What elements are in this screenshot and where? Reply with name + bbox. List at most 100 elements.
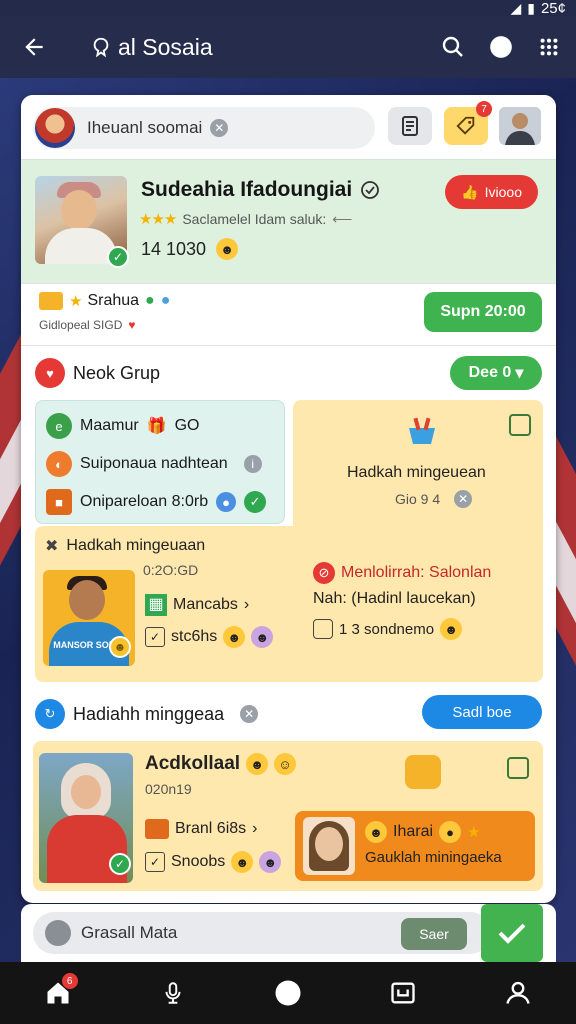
chevron-down-icon: ▾ (515, 365, 524, 382)
rating-stars-icon: ★★★ (139, 211, 177, 228)
group2-action-button[interactable]: Sadl boe (422, 695, 542, 729)
nav-wallet[interactable] (383, 973, 423, 1013)
promo-card[interactable]: ☻ Iharai ● ★ Gauklah miningaeka (295, 811, 535, 881)
check-icon: ✓ (244, 491, 267, 513)
list-item-label: Suiponaua nadhtean (80, 455, 228, 472)
emoji-icon: ☻ (231, 851, 254, 873)
promo-line1: ☻ Iharai ● ★ (365, 821, 481, 843)
list-item-label: Onipareloan 8:0rb (80, 493, 209, 510)
clear-icon[interactable]: ✕ (210, 119, 229, 137)
emoji-icon: ☺ (274, 753, 297, 775)
circle-icon (275, 980, 301, 1006)
chevron-right-icon: › (243, 596, 250, 613)
heart-icon: ♥ (128, 318, 136, 332)
clear-icon[interactable]: ✕ (240, 705, 259, 723)
challenge-right-title-text: Menlolirrah: Salonlan (341, 564, 492, 581)
tag-button[interactable]: 7 (444, 101, 492, 145)
warning-icon: ⊘ (313, 562, 335, 584)
reward-sub: Gio 9 4 ✕ (395, 490, 473, 508)
profile-section: ✓ Sudeahia Ifadoungiai ★★★ Saclamelel Id… (21, 159, 556, 283)
search-button[interactable] (438, 32, 468, 62)
arrow-left-icon (25, 38, 43, 56)
avatar (35, 108, 75, 148)
follow-button[interactable]: 👍 Iviooo (445, 175, 538, 209)
microphone-icon (165, 982, 181, 1004)
apps-button[interactable] (534, 32, 564, 62)
grid-icon: ▦ (145, 594, 167, 616)
promo-line2: Gauklah miningaeka (365, 849, 502, 866)
search-row: Iheuanl soomai ✕ 7 (21, 95, 556, 159)
signal-icon: ◢ (510, 0, 522, 16)
profile-subtitle: ★★★ Saclamelel Idam saluk: ⟵ (139, 210, 352, 229)
nav-mic[interactable] (153, 973, 193, 1013)
share-icon[interactable]: ⟵ (332, 211, 352, 228)
challenge-right-sub: Nah: (Hadinl laucekan) (313, 590, 476, 607)
search-icon (442, 36, 463, 57)
globe-icon: ● (160, 292, 171, 309)
challenge-tile[interactable]: ✖ Hadkah mingeuaan MANSOR SOIHO ☻ 0:2O:G… (35, 526, 543, 682)
gift-icon (39, 292, 63, 310)
thumbs-up-icon: 👍 (461, 183, 479, 200)
link-icon (45, 920, 71, 946)
challenge-mid[interactable]: ▦ Mancabs › (145, 594, 249, 616)
bottom-nav: 6 (0, 962, 576, 1024)
rank-subline: Gidlopeal SIGD ♥ (39, 318, 136, 332)
sign-up-button[interactable]: Supn 20:00 (424, 292, 542, 332)
nav-profile[interactable] (498, 973, 538, 1013)
document-button[interactable] (388, 107, 432, 145)
confirm-button[interactable] (481, 904, 543, 962)
heart-icon: ♥ (35, 358, 65, 388)
record-button[interactable] (486, 32, 516, 62)
search-field[interactable]: Iheuanl soomai ✕ (33, 107, 375, 149)
list-item: e Maamur 🎁 GO (46, 413, 200, 439)
checkbox-icon: ✓ (145, 627, 165, 647)
gift-icon (145, 819, 169, 839)
checkbox-icon: ✓ (145, 852, 165, 872)
logo-icon (93, 37, 109, 58)
external-link-icon[interactable] (509, 414, 531, 436)
check-icon (498, 923, 526, 944)
activity-row[interactable]: Branl 6i8s › (145, 819, 257, 839)
rank-row: ★ Srahua ● ● Gidlopeal SIGD ♥ Supn 20:00 (21, 283, 556, 345)
emoji-icon: ☻ (216, 238, 239, 260)
activity-tile[interactable]: ✓ Acdkollaal ☻ ☺ 020n19 Branl 6i8s › ✓ S… (33, 741, 543, 891)
compose-placeholder: Grasall Mata (81, 923, 178, 942)
document-icon (402, 116, 418, 136)
box-icon: ■ (46, 489, 72, 515)
app-title: al Sosaia (90, 34, 213, 61)
activity-title: Acdkollaal ☻ ☺ (145, 753, 297, 775)
coin-stack-icon (405, 755, 441, 789)
challenge-right-count: 1 3 sondnemo ☻ (313, 618, 463, 640)
save-button[interactable]: Saer (401, 918, 467, 950)
emoji-icon: ☻ (365, 821, 387, 843)
basket-icon (405, 414, 439, 446)
profile-thumb-button[interactable] (499, 107, 541, 145)
emoji-icon: ☻ (223, 626, 246, 648)
refresh-icon: ↻ (35, 699, 65, 729)
emoji-icon: ☻ (440, 618, 463, 640)
external-link-icon[interactable] (507, 757, 529, 779)
verified-icon: ✓ (107, 246, 129, 268)
app-title-text: al Sosaia (118, 33, 213, 60)
profile-count-text: 14 1030 (141, 238, 207, 259)
user-icon (506, 981, 530, 1004)
challenge-mid-label: Mancabs (173, 596, 238, 613)
reward-title: Hadkah mingeuean (347, 464, 486, 481)
rank-line: ★ Srahua ● ● (39, 292, 170, 310)
nav-home[interactable]: 6 (38, 973, 78, 1013)
info-tile[interactable]: e Maamur 🎁 GO ◐ Suiponaua nadhtean i ■ O… (35, 400, 285, 524)
wallet-icon (391, 982, 415, 1004)
main-card: Iheuanl soomai ✕ 7 ✓ Sudeahia Ifadoungia… (21, 95, 556, 903)
activity-row: ✓ Snoobs ☻ ☻ (145, 851, 282, 873)
profile-count: 14 1030 ☻ (141, 238, 239, 260)
see-all-label: Dee 0 (468, 364, 512, 381)
see-all-button[interactable]: Dee 0 ▾ (450, 356, 542, 390)
leaf-icon: e (46, 413, 72, 439)
back-button[interactable] (14, 27, 54, 67)
rank-label: Srahua (87, 292, 140, 309)
emoji-icon: ☻ (251, 626, 274, 648)
nav-home-circle[interactable] (268, 973, 308, 1013)
search-text: Iheuanl soomai (87, 118, 203, 137)
challenge-count: ✓ stc6hs ☻ ☻ (145, 626, 274, 648)
tag-icon (456, 116, 475, 135)
